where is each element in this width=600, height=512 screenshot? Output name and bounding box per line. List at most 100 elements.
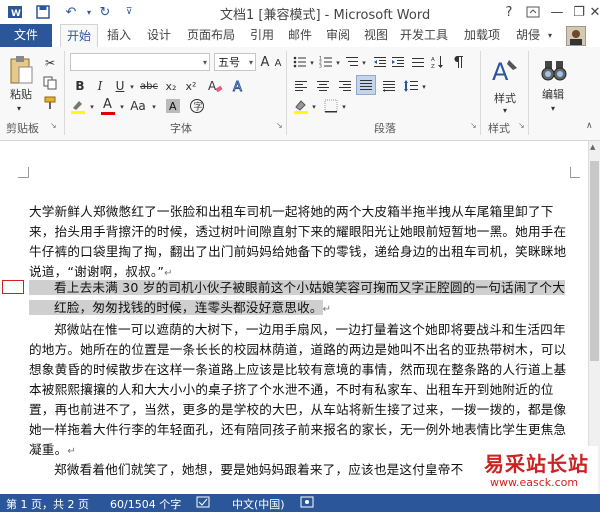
line-spacing-icon[interactable] [402, 77, 420, 95]
page-count[interactable]: 第 1 页，共 2 页 [6, 496, 89, 512]
group-label-clipboard: 剪贴板 [6, 122, 39, 135]
format-painter-icon[interactable] [42, 95, 58, 111]
avatar[interactable] [566, 26, 586, 46]
copy-icon[interactable] [42, 75, 58, 91]
align-left-icon[interactable] [292, 77, 310, 95]
subscript-button[interactable]: x₂ [162, 77, 180, 95]
paragraph-1[interactable]: 大学新鲜人郑微憋红了一张脸和出租车司机一起将她的两个大皮箱半拖半拽从车尾箱里卸了… [29, 202, 569, 284]
change-case-button[interactable]: Aa [128, 97, 148, 115]
borders-icon[interactable] [322, 97, 340, 115]
shading-dropdown-icon[interactable]: ▾ [310, 101, 318, 113]
vertical-scrollbar[interactable]: ▲ [588, 141, 600, 494]
undo-icon[interactable]: ↶ [62, 3, 80, 21]
cut-icon[interactable]: ✂ [42, 55, 58, 71]
underline-dropdown-icon[interactable]: ▾ [128, 81, 136, 93]
ribbon-display-options-icon[interactable] [522, 2, 544, 22]
paragraph-launcher-icon[interactable]: ↘ [470, 121, 477, 130]
enclose-characters-icon[interactable]: 字 [188, 97, 206, 115]
tab-review[interactable]: 审阅 [322, 24, 354, 47]
numbering-icon[interactable]: 123 [318, 53, 334, 71]
paste-button[interactable]: 粘贴 [6, 87, 36, 101]
font-color-dropdown-icon[interactable]: ▾ [118, 101, 126, 113]
grow-font-button[interactable]: A [258, 53, 272, 71]
paragraph-3[interactable]: 郑微站在惟一可以遮荫的大树下，一边用手扇风，一边打量着这个她即将要战斗和生活四年… [29, 320, 569, 462]
styles-button[interactable]: 样式 [488, 91, 522, 105]
superscript-button[interactable]: x² [182, 77, 200, 95]
font-launcher-icon[interactable]: ↘ [276, 121, 283, 130]
paste-dropdown-icon[interactable]: ▾ [12, 103, 26, 113]
tab-home[interactable]: 开始 [60, 24, 98, 49]
collapse-ribbon-icon[interactable]: ∧ [586, 121, 593, 131]
tab-references[interactable]: 引用 [246, 24, 278, 47]
shrink-font-button[interactable]: A [272, 55, 284, 71]
tab-insert[interactable]: 插入 [102, 24, 136, 47]
decrease-indent-icon[interactable] [372, 53, 388, 71]
character-shading-icon[interactable]: A [164, 97, 182, 115]
distributed-icon[interactable] [380, 77, 398, 95]
bullets-icon[interactable] [292, 53, 308, 71]
scroll-up-icon[interactable]: ▲ [590, 143, 595, 151]
word-count[interactable]: 60/1504 个字 [110, 496, 181, 512]
borders-dropdown-icon[interactable]: ▾ [340, 101, 348, 113]
editing-dropdown-icon[interactable]: ▾ [546, 103, 560, 113]
svg-text:字: 字 [194, 101, 203, 113]
clipboard-launcher-icon[interactable]: ↘ [50, 121, 57, 130]
user-name[interactable]: 胡侵 [512, 24, 544, 47]
strikethrough-button[interactable]: abc [138, 77, 160, 95]
save-icon[interactable] [34, 3, 52, 21]
clear-formatting-icon[interactable]: A [206, 77, 224, 95]
tab-developer[interactable]: 开发工具 [396, 24, 452, 47]
help-button[interactable]: ? [498, 2, 520, 22]
font-color-button[interactable]: A [100, 97, 116, 115]
tab-mailings[interactable]: 邮件 [284, 24, 316, 47]
font-size-dropdown-icon[interactable]: ▾ [249, 54, 253, 72]
crop-mark [18, 177, 28, 178]
font-size-combo[interactable]: 五号 ▾ [214, 53, 256, 71]
bullets-dropdown-icon[interactable]: ▾ [308, 57, 316, 69]
underline-button[interactable]: U [112, 77, 128, 95]
scrollbar-thumb[interactable] [590, 161, 599, 361]
show-paragraph-marks-icon[interactable] [450, 53, 466, 71]
sort-icon[interactable]: AZ [430, 53, 446, 71]
minimize-button[interactable]: — [546, 2, 568, 22]
shading-icon[interactable] [292, 97, 310, 115]
macro-recording-icon[interactable] [300, 496, 314, 511]
editing-button[interactable]: 编辑 [536, 87, 570, 101]
language-indicator[interactable]: 中文(中国) [232, 496, 285, 512]
styles-dropdown-icon[interactable]: ▾ [498, 105, 512, 115]
bold-button[interactable]: B [72, 77, 88, 95]
highlight-icon[interactable] [70, 97, 86, 115]
paragraph-2-text: 看上去未满 30 岁的司机小伙子被眼前这个小姑娘笑容可掬而又字正腔圆的一句话闹了… [29, 280, 565, 315]
tab-view[interactable]: 视图 [360, 24, 392, 47]
italic-button[interactable]: I [92, 77, 108, 95]
styles-icon[interactable]: A [490, 55, 520, 87]
highlight-dropdown-icon[interactable]: ▾ [88, 101, 96, 113]
multilevel-dropdown-icon[interactable]: ▾ [360, 57, 368, 69]
line-spacing-dropdown-icon[interactable]: ▾ [420, 81, 428, 93]
change-case-dropdown-icon[interactable]: ▾ [150, 101, 158, 113]
tab-addins[interactable]: 加载项 [458, 24, 506, 47]
numbering-dropdown-icon[interactable]: ▾ [334, 57, 342, 69]
customize-quick-access-icon[interactable]: ⊽ [120, 3, 138, 21]
chinese-layout-icon[interactable] [410, 53, 426, 71]
styles-launcher-icon[interactable]: ↘ [518, 121, 525, 130]
tab-file[interactable]: 文件 [0, 24, 52, 47]
clipboard-icon[interactable] [6, 53, 36, 87]
increase-indent-icon[interactable] [390, 53, 406, 71]
document-canvas[interactable]: 大学新鲜人郑微憋红了一张脸和出租车司机一起将她的两个大皮箱半拖半拽从车尾箱里卸了… [0, 141, 588, 494]
paragraph-2[interactable]: 看上去未满 30 岁的司机小伙子被眼前这个小姑娘笑容可掬而又字正腔圆的一句话闹了… [29, 278, 569, 320]
align-right-icon[interactable] [336, 77, 354, 95]
close-button[interactable]: ✕ [584, 2, 600, 22]
font-name-combo[interactable]: ▾ [70, 53, 210, 71]
redo-icon[interactable]: ↻ [96, 3, 114, 21]
font-name-dropdown-icon[interactable]: ▾ [203, 54, 207, 72]
justify-icon[interactable] [356, 75, 376, 95]
text-effects-icon[interactable]: A [230, 77, 248, 95]
tab-page-layout[interactable]: 页面布局 [182, 24, 240, 47]
align-center-icon[interactable] [314, 77, 332, 95]
user-dropdown-icon[interactable]: ▾ [544, 24, 556, 47]
tab-design[interactable]: 设计 [142, 24, 176, 47]
find-binoculars-icon[interactable] [540, 55, 568, 85]
proofing-icon[interactable] [196, 496, 210, 511]
multilevel-list-icon[interactable] [344, 53, 360, 71]
